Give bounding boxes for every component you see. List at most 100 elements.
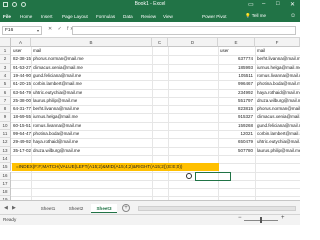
row-header-4[interactable]: 4 [0,71,11,81]
cell-mail[interactable]: laurus.philip@mail.me [33,97,77,105]
select-all-corner[interactable] [0,38,11,47]
zoom-slider[interactable]: − + [238,215,286,223]
sheet-tab-sheet1[interactable]: Sheet1 [35,204,61,213]
cell-user-id[interactable]: 650479 [225,138,253,146]
cell-mail[interactable]: uhtric.eutychia@mail.me [33,89,82,97]
cell-mail[interactable]: druza.wilburg@mail.me [257,97,300,105]
row-header-10[interactable]: 10 [0,121,11,130]
row-header-11[interactable]: 11 [0,130,11,139]
cell-mail[interactable]: phorus.norman@mail.me [257,105,300,113]
add-sheet-icon[interactable]: + [122,204,130,212]
cell-mail[interactable]: haya.rothaid@mail.me [257,89,300,97]
cell-user[interactable]: 64-31-77 [13,105,31,113]
tab-review[interactable]: Review [141,14,156,19]
row-header-16[interactable]: 16 [0,171,11,180]
cell-user[interactable]: 61-20-15 [13,80,31,88]
row-header-5[interactable]: 5 [0,80,11,89]
row-header-13[interactable]: 13 [0,146,11,155]
tab-view[interactable]: View [163,14,173,19]
tab-insert[interactable]: Insert [41,14,53,19]
worksheet-grid[interactable]: ABCDEF1234567891011121314151617181920use… [0,38,300,200]
cell-mail[interactable]: romus.livanna@mail.me [257,72,300,80]
cell-user-id[interactable]: 915327 [225,113,253,121]
cell-mail[interactable]: gund.feliciana@mail.me [33,72,81,80]
ribbon-display-icon[interactable]: ▭ [248,1,254,8]
row-header-1[interactable]: 1 [0,47,11,56]
column-header-f[interactable]: F [255,38,300,47]
cell-user[interactable]: 60-15-51 [13,122,31,130]
tab-data[interactable]: Data [123,14,133,19]
row-header-18[interactable]: 18 [0,188,11,197]
cell-f-header[interactable]: mail [257,47,265,55]
sheet-tab-sheet2[interactable]: Sheet2 [63,204,89,213]
active-cell[interactable] [195,171,231,181]
cell-mail[interactable]: romus.livanna@mail.me [33,122,81,130]
column-header-b[interactable]: B [31,38,152,47]
maximize-icon[interactable]: □ [276,1,280,7]
close-icon[interactable]: ✕ [290,1,295,8]
row-header-6[interactable]: 6 [0,88,11,97]
cell-mail[interactable]: iurnus.helga@mail.me [33,113,78,121]
column-header-e[interactable]: E [218,38,255,47]
name-box[interactable]: F16 ▾ [2,26,42,35]
cell-mail[interactable]: climacus.xenia@mail.me [257,113,300,121]
formula-buttons[interactable]: ✕ ✓ fx [48,26,75,32]
row-header-14[interactable]: 14 [0,154,11,164]
cell-mail[interactable]: corbin.lambert@mail.me [33,80,82,88]
minimize-icon[interactable]: – [262,1,265,7]
column-header-a[interactable]: A [11,38,31,47]
row-header-7[interactable]: 7 [0,96,11,106]
column-header-d[interactable]: D [168,38,218,47]
zoom-knob[interactable] [260,217,262,223]
cell-mail[interactable]: laurus.philip@mail.me [257,147,300,155]
formula-cell-text[interactable]: =INDEX(F:F;MATCH(VALUE(LEFT(A15;2)&MID(A… [16,163,182,171]
cell-user-id[interactable]: 637774 [225,55,253,63]
feedback-icon[interactable]: ☺ [290,13,296,19]
column-header-c[interactable]: C [152,38,168,47]
cell-user[interactable]: 19-44-90 [13,72,31,80]
cell-user[interactable]: 82-38-15 [13,55,31,63]
cell-user-id[interactable]: 234992 [225,89,253,97]
cell-user[interactable]: 25-38-00 [13,97,31,105]
horizontal-scrollbar[interactable] [138,206,296,211]
zoom-out-icon[interactable]: − [238,215,242,221]
cell-user-id[interactable]: 996467 [225,80,253,88]
row-header-9[interactable]: 9 [0,113,11,122]
cell-user-id[interactable]: 105511 [225,72,253,80]
cell-user[interactable]: 29-49-92 [13,138,31,146]
cell-mail[interactable]: berht.livanna@mail.me [33,105,79,113]
cell-user-id[interactable]: 507780 [225,147,253,155]
cell-user-id[interactable]: 823815 [225,105,253,113]
cell-mail[interactable]: climacus.xenia@mail.me [33,64,83,72]
sheet-tab-sheet3[interactable]: Sheet3 [91,204,117,213]
cell-mail[interactable]: phorus.norman@mail.me [33,55,84,63]
cell-a-header[interactable]: user [13,47,22,55]
cell-mail[interactable]: haya.rothaid@mail.me [33,138,78,146]
chevron-down-icon[interactable]: ▾ [37,28,39,33]
cell-user[interactable]: 91-53-27 [13,64,31,72]
cell-user-id[interactable]: 159268 [225,122,253,130]
tab-home[interactable]: Home [20,14,32,19]
row-header-3[interactable]: 3 [0,63,11,72]
cell-mail[interactable]: photina.boda@mail.me [257,80,300,88]
cell-b-header[interactable]: mail [33,47,41,55]
cell-mail[interactable]: corbin.lambert@mail.me [257,130,300,138]
cell-user-id[interactable]: 185993 [225,64,253,72]
row-header-8[interactable]: 8 [0,105,11,114]
row-header-15[interactable]: 15 [0,163,11,172]
cell-mail[interactable]: iurnus.helga@mail.me [257,64,300,72]
row-header-17[interactable]: 17 [0,179,11,189]
tell-me-box[interactable]: 💡 Tell me [245,13,266,19]
cell-user[interactable]: 63-54-79 [13,89,31,97]
cell-user[interactable]: 35-17-02 [13,147,31,155]
row-header-2[interactable]: 2 [0,55,11,64]
cell-mail[interactable]: uhtric.eutychia@mail.me [257,138,300,146]
tab-formulas[interactable]: Formulas [96,14,115,19]
cell-user[interactable]: 18-69-55 [13,113,31,121]
row-header-12[interactable]: 12 [0,138,11,147]
cell-user-id[interactable]: 551797 [225,97,253,105]
cell-e-header[interactable]: user [220,47,229,55]
cell-mail[interactable]: gund.feliciana@mail.me [257,122,300,130]
formula-input[interactable] [72,26,296,35]
cell-user[interactable]: 99-64-47 [13,130,31,138]
